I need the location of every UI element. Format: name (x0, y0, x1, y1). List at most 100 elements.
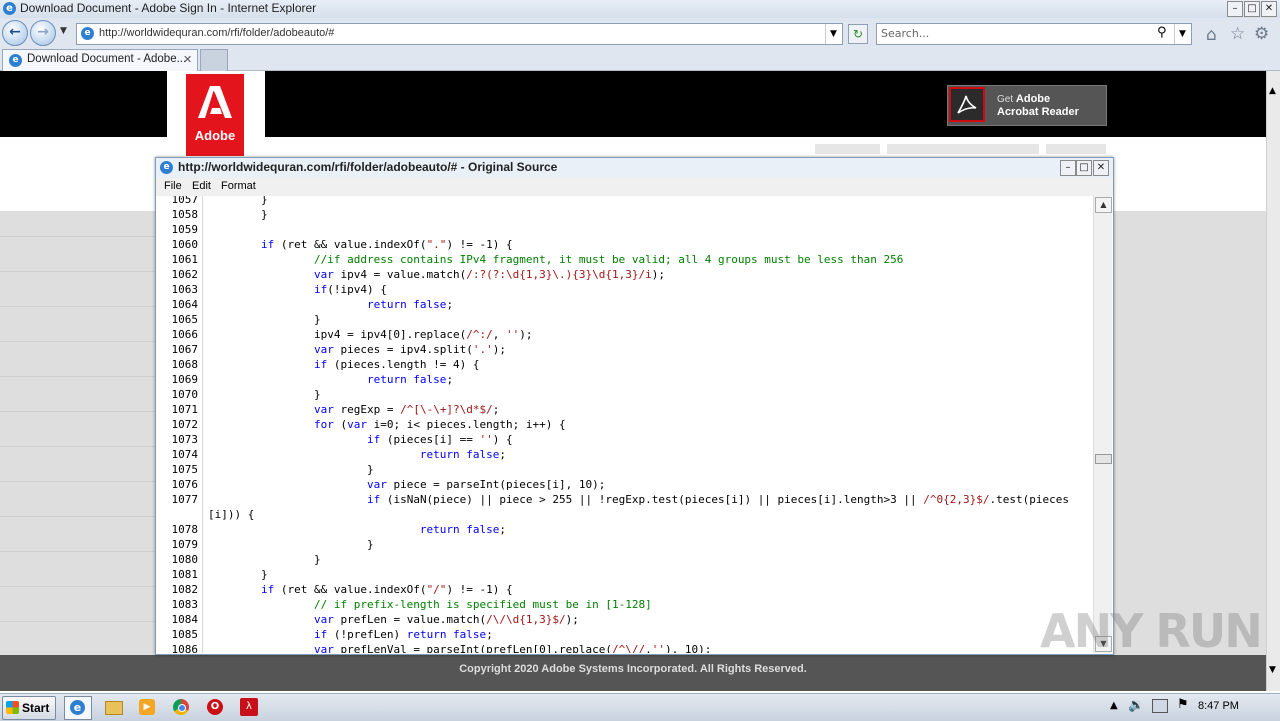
code-line: //if address contains IPv4 fragment, it … (313, 253, 904, 266)
line-number: 1079 (171, 538, 199, 551)
line-number: 1066 (171, 328, 199, 341)
page-scrollbar[interactable]: ▲ ▼ (1266, 71, 1280, 691)
code-line: return false; (366, 373, 454, 386)
code-line: if (ret && value.indexOf(".") != -1) { (260, 238, 513, 251)
line-number: 1069 (171, 373, 199, 386)
line-number: 1084 (171, 613, 199, 626)
volume-icon[interactable]: 🔉 (1128, 698, 1144, 713)
start-label: Start (22, 701, 50, 715)
nav-pill[interactable] (1046, 144, 1106, 154)
code-line: var piece = parseInt(pieces[i], 10); (366, 478, 606, 491)
line-number: 1067 (171, 343, 199, 356)
search-dropdown-icon[interactable]: ▼ (1174, 24, 1190, 44)
page-icon: e (81, 27, 94, 40)
line-number: 1076 (171, 478, 199, 491)
tray-arrow-icon[interactable]: ▲ (1110, 700, 1118, 711)
code-line: var regExp = /^[\-\+]?\d*$/; (313, 403, 500, 416)
scroll-up-icon[interactable]: ▲ (1269, 86, 1276, 96)
new-tab-button[interactable] (200, 49, 228, 72)
code-line: } (208, 196, 268, 206)
taskbar-clock[interactable]: 8:47 PM (1198, 700, 1239, 712)
source-title-bar: e http://worldwidequran.com/rfi/folder/a… (156, 158, 1113, 179)
home-icon[interactable]: ⌂ (1206, 25, 1217, 45)
address-url[interactable]: http://worldwidequran.com/rfi/folder/ado… (99, 27, 334, 39)
line-number: 1085 (171, 628, 199, 641)
tools-gear-icon[interactable]: ⚙ (1254, 24, 1269, 44)
back-arrow-icon[interactable]: ← (2, 20, 28, 46)
nav-pill[interactable] (815, 144, 880, 154)
search-placeholder: Search... (881, 27, 930, 40)
taskbar-media-player-icon[interactable]: ▶ (134, 696, 160, 718)
code-line: if (pieces[i] == '') { (366, 433, 513, 446)
maximize-button[interactable]: □ (1244, 1, 1260, 17)
window-title: Download Document - Adobe Sign In - Inte… (20, 1, 317, 15)
search-icon[interactable]: ⚲ (1157, 25, 1167, 40)
source-scroll-up-icon[interactable]: ▲ (1095, 197, 1112, 213)
line-number: 1074 (171, 448, 199, 461)
code-line: if (pieces.length != 4) { (313, 358, 480, 371)
address-bar[interactable]: e http://worldwidequran.com/rfi/folder/a… (76, 23, 843, 45)
line-number: 1059 (171, 223, 199, 236)
original-source-window: e http://worldwidequran.com/rfi/folder/a… (155, 157, 1114, 655)
code-line: return false; (419, 448, 507, 461)
nav-pill[interactable] (887, 144, 1039, 154)
history-dropdown-icon[interactable]: ▼ (60, 26, 67, 36)
taskbar-folder-icon[interactable] (100, 696, 126, 718)
code-line: var prefLen = value.match(/\/\d{1,3}$/); (313, 613, 579, 626)
line-number: 1071 (171, 403, 199, 416)
search-input[interactable]: Search... ⚲ ▼ (876, 23, 1192, 45)
source-scroll-thumb[interactable] (1095, 454, 1112, 464)
source-ie-icon: e (160, 161, 173, 174)
tab-close-icon[interactable]: ✕ (183, 53, 192, 66)
taskbar-acrobat-icon[interactable]: λ (236, 696, 262, 718)
line-number: 1082 (171, 583, 199, 596)
line-number: 1086 (171, 643, 199, 653)
line-number: 1078 (171, 523, 199, 536)
adobe-logo-text: Adobe (194, 128, 236, 143)
copyright-text: Copyright 2020 Adobe Systems Incorporate… (459, 663, 807, 675)
flag-icon[interactable]: ⚑ (1177, 697, 1189, 712)
menu-file[interactable]: File (164, 180, 182, 192)
line-number: 1061 (171, 253, 199, 266)
refresh-icon[interactable]: ↻ (848, 24, 868, 44)
source-scrollbar[interactable]: ▲ ▼ (1093, 196, 1112, 653)
source-code-area[interactable]: 1057 1058 1059 1060 1061 1062 1063 1064 1065 1066… (156, 196, 1093, 653)
code-line: } (208, 313, 321, 326)
get-reader-line2: Acrobat Reader (997, 106, 1079, 118)
tab-download-document[interactable]: e Download Document - Adobe... ✕ (2, 49, 198, 71)
menu-format[interactable]: Format (221, 180, 256, 192)
forward-arrow-icon[interactable]: → (30, 20, 56, 46)
source-minimize-button[interactable]: – (1060, 160, 1076, 176)
network-icon[interactable] (1152, 699, 1168, 713)
ie-logo-icon: e (3, 2, 16, 15)
source-maximize-button[interactable]: □ (1076, 160, 1092, 176)
taskbar-opera-icon[interactable]: O (202, 696, 228, 718)
line-number: 1081 (171, 568, 199, 581)
code-line: } (208, 538, 374, 551)
get-acrobat-reader-button[interactable]: Get Adobe Acrobat Reader (947, 85, 1107, 126)
source-window-title: http://worldwidequran.com/rfi/folder/ado… (178, 160, 558, 174)
source-close-button[interactable]: ✕ (1093, 160, 1109, 176)
taskbar-ie-icon[interactable]: e (64, 696, 92, 720)
close-button[interactable]: ✕ (1261, 1, 1277, 17)
menu-edit[interactable]: Edit (192, 180, 211, 192)
get-reader-line1-bold: Adobe (1015, 93, 1051, 105)
line-number: 1065 (171, 313, 199, 326)
code-line: if (isNaN(piece) || piece > 255 || !regE… (366, 493, 1069, 506)
tab-ie-icon: e (9, 54, 22, 67)
line-number: 1063 (171, 283, 199, 296)
taskbar-chrome-icon[interactable] (168, 696, 194, 718)
line-number: 1083 (171, 598, 199, 611)
code-line: } (208, 388, 321, 401)
code-line: } (208, 553, 321, 566)
line-number: 1073 (171, 433, 199, 446)
start-button[interactable]: Start (2, 696, 56, 720)
favorites-star-icon[interactable]: ☆ (1230, 24, 1245, 44)
minimize-button[interactable]: – (1227, 1, 1243, 17)
code-line: for (var i=0; i< pieces.length; i++) { (313, 418, 566, 431)
code-line: ipv4 = ipv4[0].replace(/^:/, ''); (208, 328, 533, 341)
address-dropdown-icon[interactable]: ▼ (825, 24, 841, 44)
scroll-down-icon[interactable]: ▼ (1269, 665, 1276, 675)
adobe-a-icon (198, 86, 232, 118)
code-line: } (208, 568, 268, 581)
